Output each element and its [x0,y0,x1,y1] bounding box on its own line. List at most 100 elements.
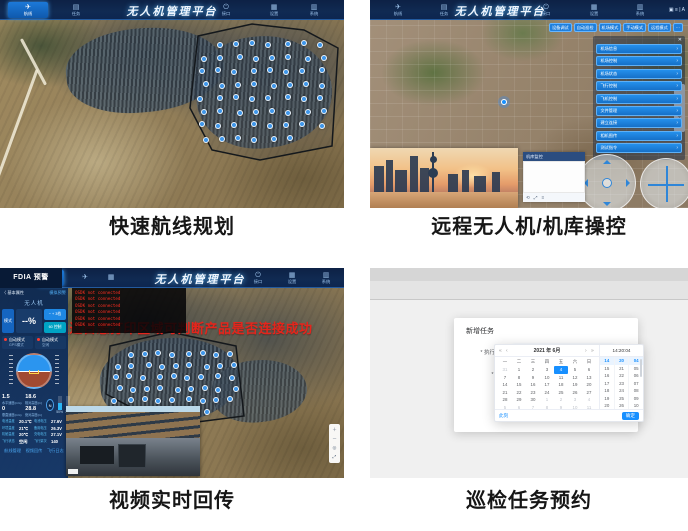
calendar-day[interactable]: 26 [568,389,582,397]
calendar-day[interactable]: 3 [540,366,554,374]
quick-action-button[interactable]: 远程模式 [648,23,671,32]
calendar-day[interactable]: 2 [526,366,540,374]
waypoint-marker[interactable] [269,55,275,61]
calendar-day[interactable]: 25 [554,389,568,397]
waypoint-marker[interactable] [219,136,225,142]
prev-month-icon[interactable]: ‹ [506,345,508,357]
waypoint-marker[interactable] [115,364,121,370]
waypoint-marker[interactable] [265,95,271,101]
calendar-day[interactable]: 11 [554,374,568,382]
waypoint-marker[interactable] [251,68,257,74]
waypoint-marker[interactable] [142,351,148,357]
time-option[interactable]: 07 [629,380,643,388]
nav-item[interactable]: ▦设置 [254,2,294,18]
waypoint-marker[interactable] [271,83,277,89]
waypoint-marker[interactable] [201,109,207,115]
adjust-button[interactable]: − + 3档 [44,309,66,320]
waypoint-marker[interactable] [128,352,134,358]
time-option[interactable]: 23 [615,380,629,388]
waypoint-marker[interactable] [267,67,273,73]
waypoint-marker[interactable] [219,83,225,89]
calendar-day[interactable]: 1 [512,366,526,374]
waypoint-marker[interactable] [301,96,307,102]
more-actions-button[interactable]: ⋯ [673,23,683,32]
waypoint-marker[interactable] [237,54,243,60]
waypoint-marker[interactable] [301,40,307,46]
waypoint-marker[interactable] [267,123,273,129]
waypoint-marker[interactable] [287,82,293,88]
quick-action-button[interactable]: 手动模式 [623,23,646,32]
calendar-day[interactable]: 13 [582,374,596,382]
calendar-day[interactable]: 22 [512,389,526,397]
waypoint-marker[interactable] [319,67,325,73]
waypoint-marker[interactable] [227,351,233,357]
waypoint-marker[interactable] [128,363,134,369]
mode-tile[interactable]: 模式 [2,309,14,333]
waypoint-marker[interactable] [253,56,259,62]
waypoint-marker[interactable] [171,373,177,379]
waypoint-marker[interactable] [285,110,291,116]
waypoint-marker[interactable] [319,123,325,129]
time-option[interactable]: 26 [615,402,629,409]
waypoint-marker[interactable] [319,83,325,89]
waypoint-marker[interactable] [200,398,206,404]
time-option[interactable]: 18 [600,387,614,395]
waypoint-marker[interactable] [186,351,192,357]
waypoint-marker[interactable] [249,40,255,46]
calendar-day[interactable]: 10 [540,374,554,382]
waypoint-marker[interactable] [217,108,223,114]
time-option[interactable]: 22 [615,372,629,380]
calendar-day[interactable]: 27 [582,389,596,397]
time-option[interactable]: 14 [600,357,614,365]
calendar-day[interactable]: 29 [512,396,526,404]
prev-year-icon[interactable]: « [499,345,502,357]
calendar-day[interactable]: 18 [554,381,568,389]
calendar-day[interactable]: 5 [568,366,582,374]
waypoint-marker[interactable] [126,373,132,379]
minus-icon[interactable]: － [332,436,337,442]
waypoint-marker[interactable] [159,364,165,370]
calendar-day[interactable]: 1 [540,396,554,404]
waypoint-marker[interactable] [197,96,203,102]
waypoint-marker[interactable] [317,95,323,101]
calendar-day[interactable]: 20 [582,381,596,389]
waypoint-marker[interactable] [317,42,323,48]
waypoint-marker[interactable] [215,67,221,73]
sidebar-link[interactable]: 视频回传 [26,448,43,454]
calendar-day[interactable]: 19 [568,381,582,389]
calendar-day[interactable]: 14 [498,381,512,389]
waypoint-marker[interactable] [235,135,241,141]
calendar-day[interactable]: 4 [582,396,596,404]
waypoint-marker[interactable] [303,81,309,87]
calendar-day[interactable]: 16 [526,381,540,389]
time-option[interactable]: 20 [600,402,614,409]
sidebar-link[interactable]: 飞行日志 [47,448,64,454]
directional-joystick[interactable] [578,154,636,208]
expand-icon[interactable]: ⤢ [534,195,538,201]
time-option[interactable]: 17 [600,380,614,388]
waypoint-marker[interactable] [287,135,293,141]
waypoint-marker[interactable] [217,363,223,369]
quick-action-button[interactable]: 自动巡检 [574,23,597,32]
waypoint-marker[interactable] [169,397,175,403]
waypoint-marker[interactable] [321,55,327,61]
calendar-day[interactable]: 31 [498,366,512,374]
nav-item[interactable]: ▥系统 [306,270,344,286]
time-option[interactable]: 25 [615,395,629,403]
nav-item[interactable]: ▦设置 [574,2,614,18]
calendar-day[interactable]: 7 [498,374,512,382]
next-month-icon[interactable]: › [585,345,587,357]
refresh-icon[interactable]: ⟲ [526,195,530,201]
nav-item[interactable]: ✈航线 [378,2,418,18]
hangar-menu-item[interactable]: 飞行控制› [596,81,682,91]
gimbal-joystick[interactable] [640,158,688,208]
waypoint-marker[interactable] [203,81,209,87]
monitor-video-area[interactable] [523,161,585,193]
waypoint-marker[interactable] [271,136,277,142]
calendar-day[interactable]: 28 [498,396,512,404]
calendar-day[interactable]: 3 [568,396,582,404]
time-option[interactable]: 20 [615,357,629,365]
nav-item[interactable]: ▥系统 [620,2,660,18]
waypoint-marker[interactable] [283,122,289,128]
hangar-menu-item[interactable]: 机场状态› [596,69,682,79]
